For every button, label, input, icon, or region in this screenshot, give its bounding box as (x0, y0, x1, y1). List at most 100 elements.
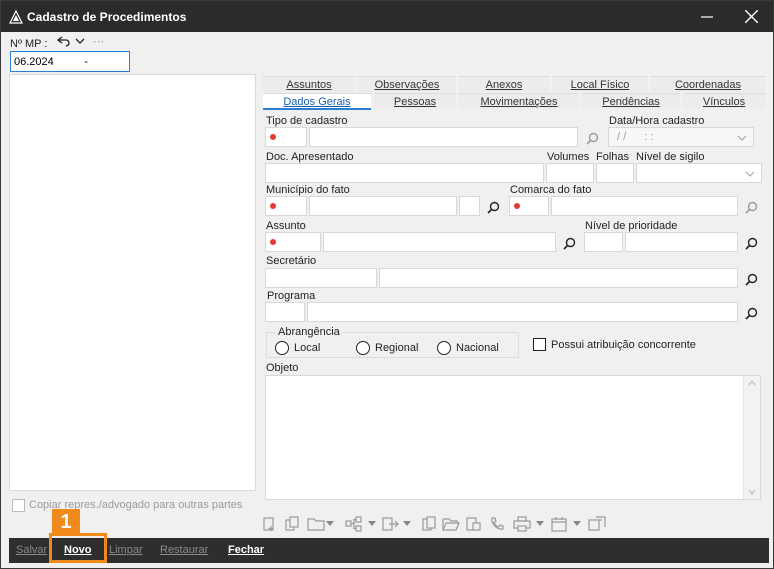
parties-list-panel[interactable] (9, 74, 256, 491)
chevron-down-icon[interactable] (735, 131, 749, 145)
printer-icon[interactable] (513, 516, 531, 532)
assunto-code-input[interactable] (265, 232, 321, 252)
volumes-label: Volumes (547, 151, 590, 163)
tab-coordenadas[interactable]: Coordenadas (651, 76, 765, 92)
app-logo-icon (9, 10, 23, 24)
tab-observacoes[interactable]: Observações (358, 76, 456, 92)
radio-nacional-label: Nacional (456, 342, 499, 354)
objeto-scrollbar[interactable] (743, 376, 760, 499)
radio-regional-label: Regional (375, 342, 419, 354)
search-assunto-button[interactable] (560, 234, 578, 252)
radio-regional[interactable] (356, 341, 370, 355)
required-indicator (270, 239, 276, 245)
required-indicator (270, 134, 276, 140)
calendar-icon[interactable] (551, 516, 567, 532)
archive-icon[interactable] (465, 516, 481, 532)
search-secretario-button[interactable] (742, 270, 760, 288)
abrangencia-label: Abrangência (276, 326, 342, 338)
phone-icon[interactable] (489, 516, 505, 532)
window-title: Cadastro de Procedimentos (27, 10, 187, 24)
prioridade-code-input[interactable] (584, 232, 623, 252)
secretario-desc-input[interactable] (379, 268, 738, 288)
objeto-textarea[interactable] (265, 375, 761, 500)
doc-apresentado-input[interactable] (265, 163, 544, 183)
prioridade-desc-input[interactable] (625, 232, 738, 252)
chevron-down-icon[interactable] (743, 167, 757, 181)
caret-down-icon[interactable] (403, 516, 411, 532)
chevron-down-icon[interactable] (748, 489, 756, 495)
search-icon (744, 307, 757, 320)
minimize-icon (701, 15, 713, 18)
tab-local-fisico[interactable]: Local Físico (552, 76, 648, 92)
undo-icon[interactable] (56, 35, 71, 50)
atribuicao-concorrente-checkbox[interactable] (533, 338, 546, 351)
action-bar: Salvar Novo Limpar Restaurar Fechar (9, 538, 769, 563)
programa-desc-input[interactable] (307, 302, 738, 322)
secretario-code-input[interactable] (265, 268, 377, 288)
documents-stack-icon[interactable] (421, 516, 437, 532)
caret-down-icon[interactable] (368, 516, 376, 532)
comarca-desc-input[interactable] (551, 196, 738, 216)
data-hora-input[interactable]: / / : : (608, 127, 754, 147)
municipio-code-input[interactable] (265, 196, 307, 216)
fechar-button[interactable]: Fechar (228, 544, 264, 556)
municipio-label: Município do fato (266, 184, 350, 196)
search-comarca-button[interactable] (742, 198, 760, 216)
search-programa-button[interactable] (742, 304, 760, 322)
radio-nacional[interactable] (437, 341, 451, 355)
atribuicao-concorrente-label: Possui atribuição concorrente (551, 339, 696, 351)
more-icon[interactable]: ⋯ (93, 35, 104, 48)
chevron-down-icon[interactable] (75, 36, 85, 48)
open-folder-icon[interactable] (442, 516, 460, 532)
tab-movimentacoes[interactable]: Movimentações (459, 93, 579, 109)
comarca-code-input[interactable] (509, 196, 549, 216)
folhas-label: Folhas (596, 151, 630, 163)
volumes-input[interactable] (546, 163, 594, 183)
tab-pendencias[interactable]: Pendências (582, 93, 680, 109)
mp-number-input[interactable] (10, 51, 130, 72)
nivel-sigilo-select[interactable] (636, 163, 762, 183)
restaurar-button[interactable]: Restaurar (160, 544, 208, 556)
calendar-list-icon[interactable] (588, 516, 606, 532)
tipo-cadastro-label: Tipo de cadastro (266, 115, 348, 127)
tab-vinculos[interactable]: Vínculos (683, 93, 765, 109)
step-badge: 1 (52, 509, 80, 535)
programa-code-input[interactable] (265, 302, 305, 322)
assunto-desc-input[interactable] (323, 232, 556, 252)
required-indicator (514, 203, 520, 209)
novo-highlight (49, 533, 107, 563)
search-municipio-button[interactable] (484, 198, 502, 216)
folder-icon[interactable] (307, 516, 325, 532)
nivel-sigilo-label: Nível de sigilo (636, 151, 705, 163)
hierarchy-icon[interactable] (345, 516, 363, 532)
copy-representative-checkbox[interactable] (12, 499, 25, 512)
caret-down-icon[interactable] (573, 516, 581, 532)
search-prioridade-button[interactable] (742, 234, 760, 252)
caret-down-icon[interactable] (326, 516, 334, 532)
title-bar: Cadastro de Procedimentos (1, 1, 773, 32)
search-icon (486, 201, 499, 214)
radio-local[interactable] (275, 341, 289, 355)
tab-anexos[interactable]: Anexos (459, 76, 549, 92)
search-icon (744, 201, 757, 214)
tipo-cadastro-code-input[interactable] (265, 127, 307, 147)
tab-dados-gerais[interactable]: Dados Gerais (263, 93, 371, 110)
tipo-cadastro-desc-input[interactable] (309, 127, 578, 147)
municipio-uf-input[interactable] (459, 196, 480, 216)
caret-down-icon[interactable] (536, 516, 544, 532)
add-document-icon[interactable] (261, 516, 277, 532)
salvar-button[interactable]: Salvar (16, 544, 47, 556)
radio-local-label: Local (294, 342, 321, 354)
municipio-desc-input[interactable] (309, 196, 457, 216)
minimize-button[interactable] (687, 1, 727, 32)
folhas-input[interactable] (596, 163, 634, 183)
close-button[interactable] (731, 1, 771, 32)
transfer-document-icon[interactable] (381, 516, 399, 532)
chevron-up-icon[interactable] (748, 380, 756, 386)
tab-pessoas[interactable]: Pessoas (374, 93, 456, 109)
search-tipo-cadastro-button[interactable] (583, 129, 601, 147)
programa-label: Programa (267, 290, 316, 302)
limpar-button[interactable]: Limpar (109, 544, 143, 556)
tab-assuntos[interactable]: Assuntos (263, 76, 355, 92)
copy-document-icon[interactable] (284, 516, 300, 532)
